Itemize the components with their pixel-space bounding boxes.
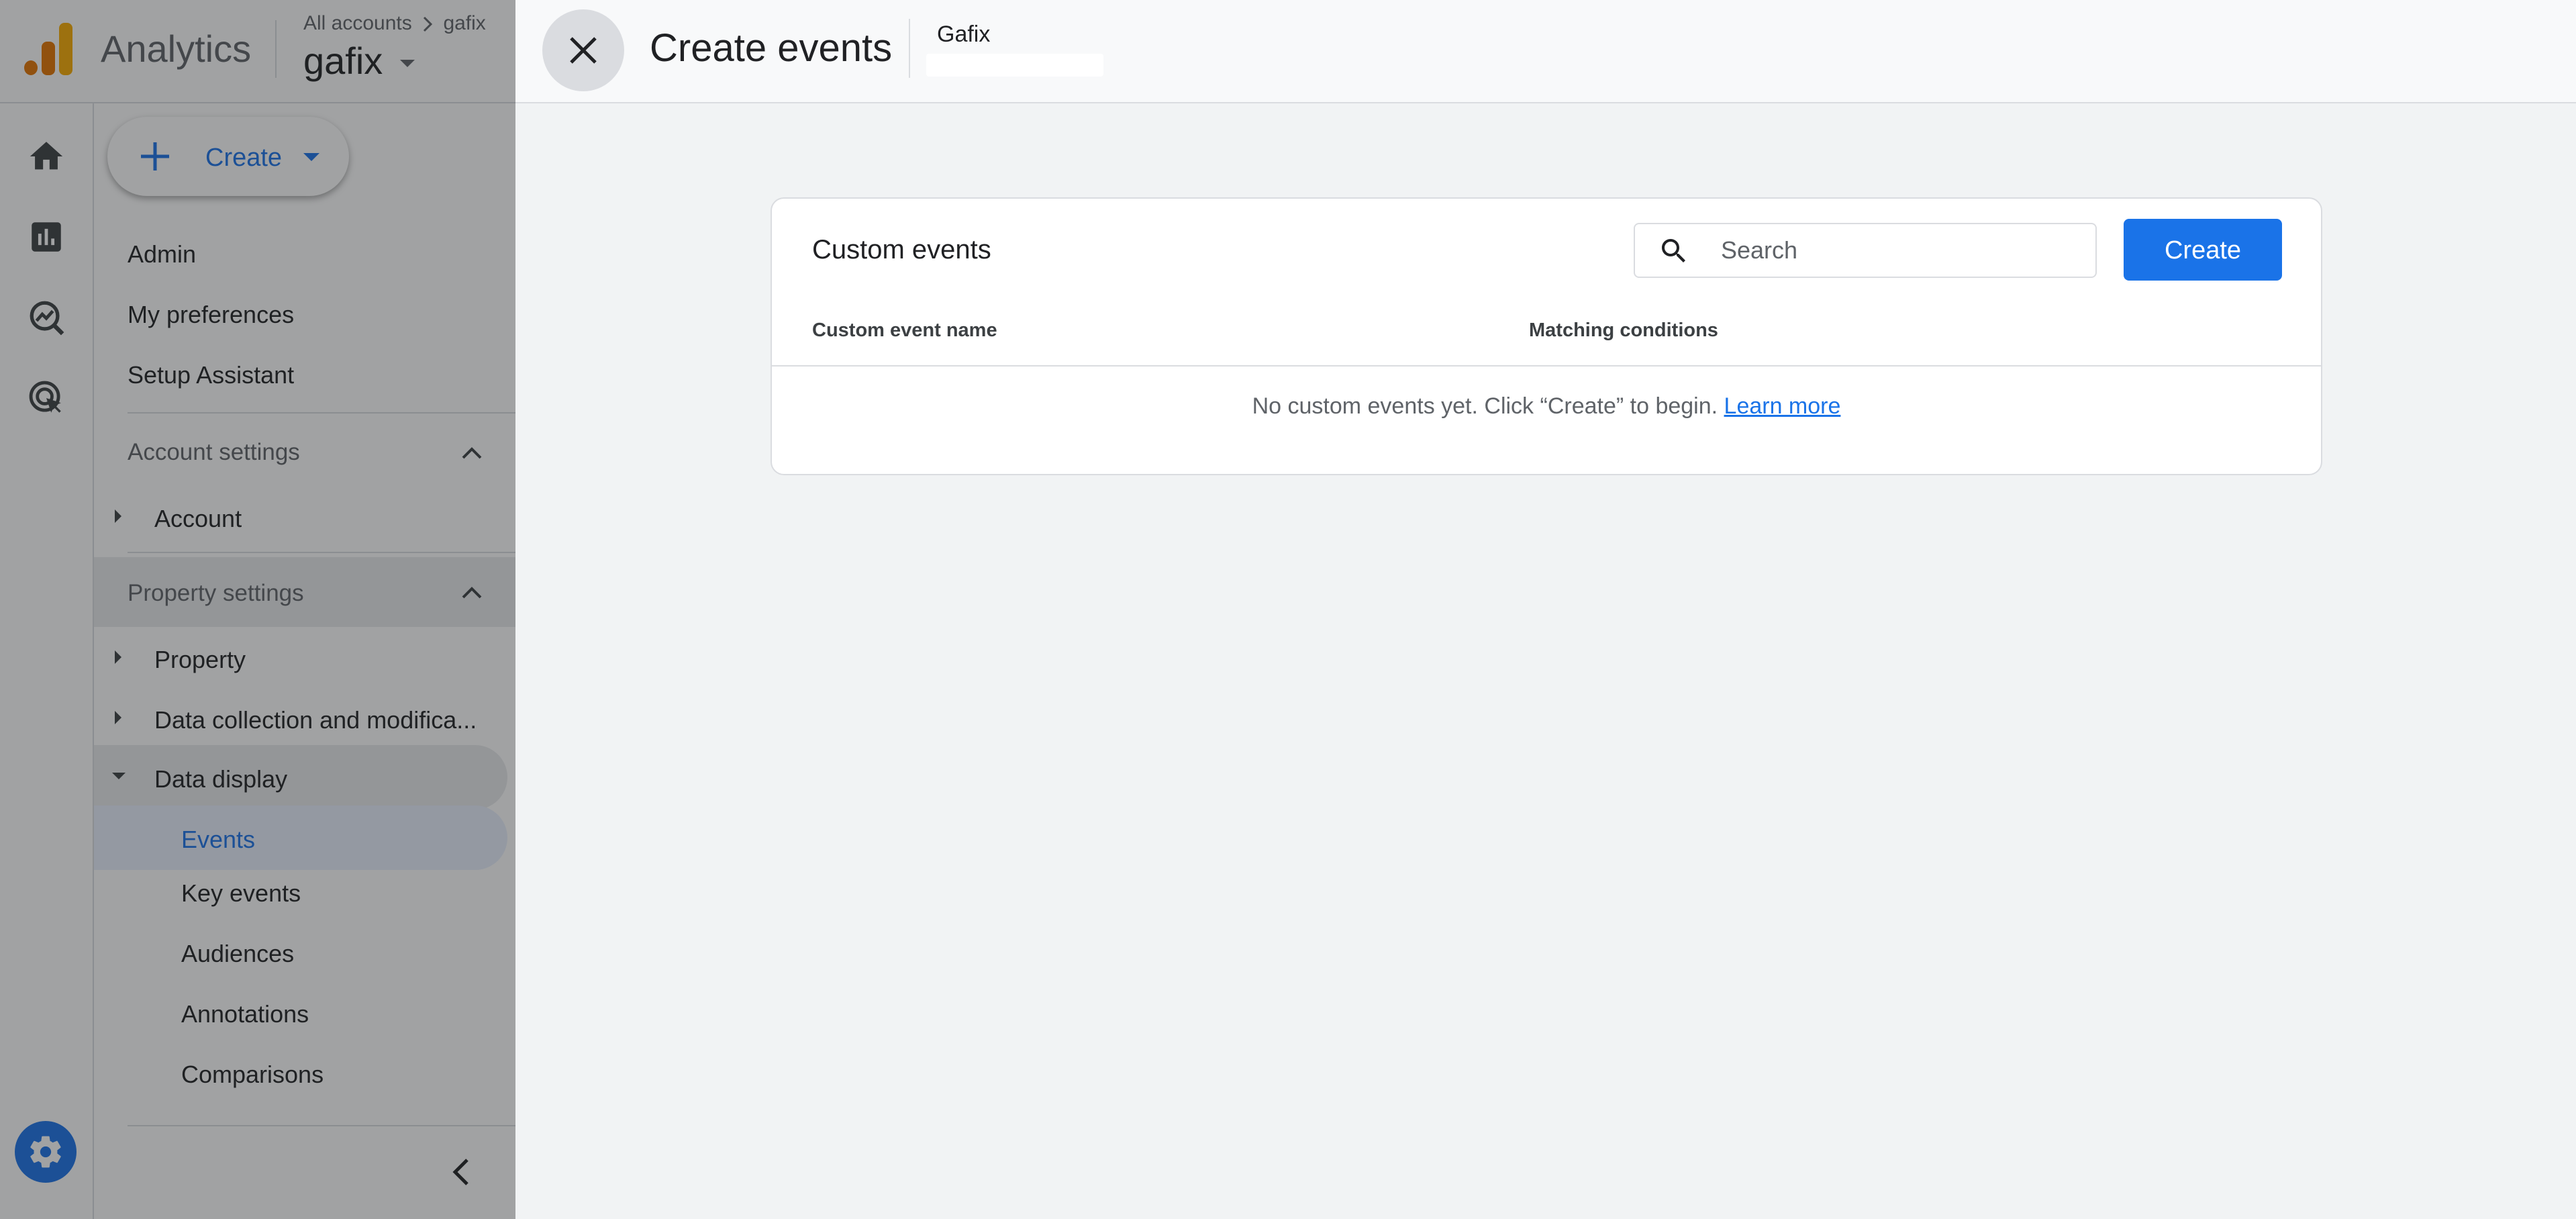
search-box[interactable] <box>1634 223 2097 278</box>
close-icon <box>570 37 597 64</box>
empty-state-text: No custom events yet. Click “Create” to … <box>1252 393 1718 419</box>
custom-events-card: Custom events Create Custom event name M… <box>771 197 2322 475</box>
search-input[interactable] <box>1720 231 2085 270</box>
close-button[interactable] <box>542 9 624 91</box>
empty-state-message: No custom events yet. Click “Create” to … <box>772 393 2321 420</box>
create-events-panel: Create events Gafix Custom events Create… <box>515 0 2576 1219</box>
learn-more-link[interactable]: Learn more <box>1724 393 1841 419</box>
header-divider <box>909 19 910 78</box>
modal-scrim[interactable] <box>0 0 515 1219</box>
panel-header: Create events Gafix <box>515 0 2576 103</box>
column-header-matching-conditions[interactable]: Matching conditions <box>1529 320 1718 342</box>
search-icon <box>1662 239 1685 262</box>
card-title: Custom events <box>812 235 991 264</box>
table-header-divider <box>772 365 2321 367</box>
analytics-page-background: Analytics All accounts gafix gafix Creat… <box>0 0 515 1219</box>
create-custom-event-button[interactable]: Create <box>2124 219 2282 281</box>
column-header-event-name[interactable]: Custom event name <box>812 320 997 342</box>
property-id-redacted <box>926 54 1103 77</box>
panel-title: Create events <box>650 26 893 70</box>
property-label: Gafix <box>937 21 991 47</box>
